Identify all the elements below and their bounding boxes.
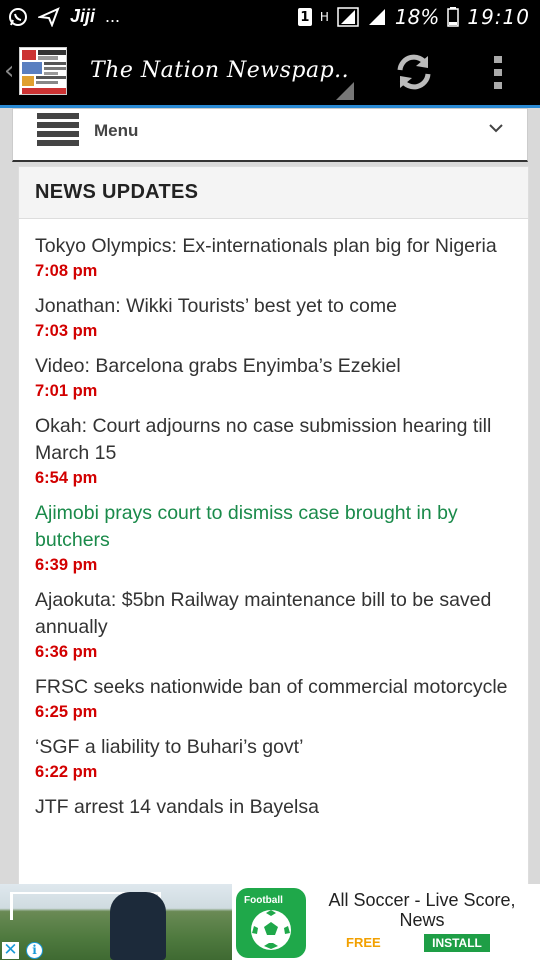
news-time: 6:39 pm xyxy=(35,556,98,574)
news-item: Jonathan: Wikki Tourists’ best yet to co… xyxy=(35,293,515,342)
back-chevron-icon[interactable]: ‹ xyxy=(4,56,14,86)
news-time: 7:01 pm xyxy=(35,382,98,400)
news-time: 7:08 pm xyxy=(35,262,98,280)
news-item: Tokyo Olympics: Ex-internationals plan b… xyxy=(35,233,515,282)
menu-label: Menu xyxy=(94,121,139,140)
ad-install-button[interactable]: INSTALL xyxy=(424,934,490,952)
news-headline-link[interactable]: Ajimobi prays court to dismiss case brou… xyxy=(35,500,515,554)
news-item: Ajimobi prays court to dismiss case brou… xyxy=(35,500,515,576)
news-item: JTF arrest 14 vandals in Bayelsa xyxy=(35,794,515,821)
section-title: NEWS UPDATES xyxy=(35,181,199,203)
battery-percent: 18% xyxy=(394,5,440,29)
notification-more: ... xyxy=(105,6,121,26)
news-time: 7:03 pm xyxy=(35,322,98,340)
news-headline-link[interactable]: Video: Barcelona grabs Enyimba’s Ezekiel xyxy=(35,353,515,380)
refresh-icon xyxy=(397,54,431,90)
overflow-menu-button[interactable] xyxy=(486,52,510,92)
signal-sim1-icon xyxy=(337,7,359,27)
news-headline-link[interactable]: ‘SGF a liability to Buhari’s govt’ xyxy=(35,734,515,761)
soccer-ball-icon xyxy=(251,910,291,950)
news-item: Video: Barcelona grabs Enyimba’s Ezekiel… xyxy=(35,353,515,402)
app-logo[interactable] xyxy=(19,47,67,95)
news-headline-link[interactable]: Jonathan: Wikki Tourists’ best yet to co… xyxy=(35,293,515,320)
status-bar: Jiji ... 1 H 18% 19:10 xyxy=(0,0,540,37)
battery-icon xyxy=(447,7,460,27)
news-item: Okah: Court adjourns no case submission … xyxy=(35,413,515,489)
news-time: 6:25 pm xyxy=(35,703,98,721)
news-updates-card: NEWS UPDATES Tokyo Olympics: Ex-internat… xyxy=(18,166,529,896)
title-corner-indicator xyxy=(336,82,354,100)
news-headline-link[interactable]: Tokyo Olympics: Ex-internationals plan b… xyxy=(35,233,515,260)
chevron-down-icon[interactable] xyxy=(487,119,505,137)
ad-app-icon[interactable]: Football xyxy=(236,888,306,958)
ad-close-icon[interactable]: ✕ xyxy=(2,942,19,959)
card-header: NEWS UPDATES xyxy=(19,167,528,219)
news-time: 6:54 pm xyxy=(35,469,98,487)
menu-dropdown[interactable]: Menu xyxy=(12,108,528,162)
news-list: Tokyo Olympics: Ex-internationals plan b… xyxy=(35,233,515,832)
network-type-label: H xyxy=(319,10,329,24)
whatsapp-icon xyxy=(8,7,28,27)
ad-app-name: All Soccer - Live Score, News xyxy=(328,890,516,930)
signal-sim2-icon xyxy=(367,7,387,27)
news-headline-link[interactable]: JTF arrest 14 vandals in Bayelsa xyxy=(35,794,515,821)
news-headline-link[interactable]: Okah: Court adjourns no case submission … xyxy=(35,413,515,467)
send-icon xyxy=(38,6,60,27)
news-item: FRSC seeks nationwide ban of commercial … xyxy=(35,674,515,723)
news-headline-link[interactable]: FRSC seeks nationwide ban of commercial … xyxy=(35,674,515,701)
ad-banner[interactable]: ✕ i Football All Soccer - Live Score, Ne… xyxy=(0,884,540,960)
more-vertical-icon xyxy=(494,56,502,89)
refresh-button[interactable] xyxy=(392,50,436,94)
news-headline-link[interactable]: Ajaokuta: $5bn Railway maintenance bill … xyxy=(35,587,515,641)
hamburger-icon[interactable] xyxy=(37,113,79,147)
ad-info-icon[interactable]: i xyxy=(26,942,43,959)
news-item: ‘SGF a liability to Buhari’s govt’ 6:22 … xyxy=(35,734,515,783)
news-time: 6:22 pm xyxy=(35,763,98,781)
app-title: The Nation Newspap.. xyxy=(90,58,350,83)
ad-price: FREE xyxy=(346,935,381,950)
sim-slot-icon: 1 xyxy=(297,8,312,26)
news-item: Ajaokuta: $5bn Railway maintenance bill … xyxy=(35,587,515,663)
clock: 19:10 xyxy=(467,5,530,29)
notification-app-label: Jiji xyxy=(70,6,96,26)
news-time: 6:36 pm xyxy=(35,643,98,661)
